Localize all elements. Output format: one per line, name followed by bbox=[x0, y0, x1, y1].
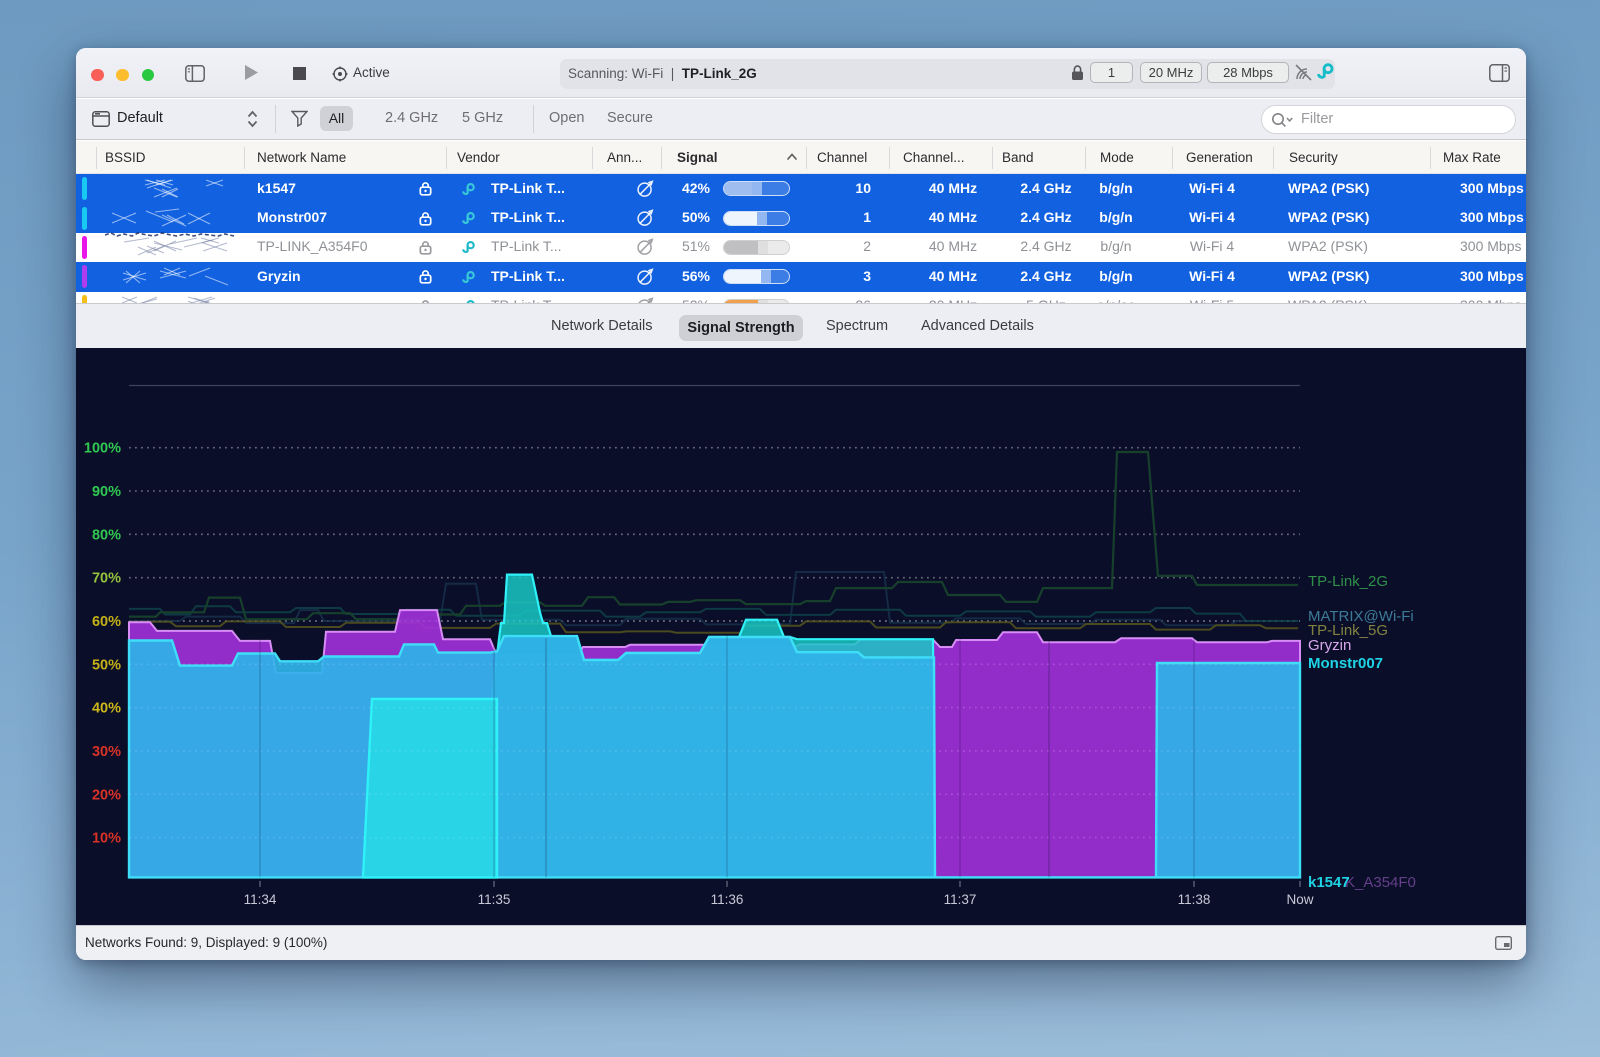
svg-text:70%: 70% bbox=[92, 571, 121, 587]
svg-text:11:38: 11:38 bbox=[1178, 892, 1211, 907]
svg-text:11:37: 11:37 bbox=[944, 892, 977, 907]
svg-text:30%: 30% bbox=[92, 744, 121, 760]
svg-text:11:36: 11:36 bbox=[711, 892, 744, 907]
svg-text:40%: 40% bbox=[92, 701, 121, 717]
svg-text:10%: 10% bbox=[92, 831, 121, 847]
svg-text:100%: 100% bbox=[84, 441, 121, 457]
svg-text:K_A354F0: K_A354F0 bbox=[1345, 874, 1416, 891]
svg-text:60%: 60% bbox=[92, 614, 121, 630]
svg-text:50%: 50% bbox=[92, 657, 121, 673]
svg-text:Now: Now bbox=[1286, 892, 1313, 907]
svg-text:80%: 80% bbox=[92, 527, 121, 543]
svg-text:90%: 90% bbox=[92, 484, 121, 500]
svg-text:TP-Link_2G: TP-Link_2G bbox=[1308, 573, 1388, 590]
svg-text:Monstr007: Monstr007 bbox=[1308, 655, 1383, 672]
svg-text:k1547: k1547 bbox=[1308, 874, 1350, 891]
svg-text:11:35: 11:35 bbox=[478, 892, 511, 907]
svg-text:Gryzin: Gryzin bbox=[1308, 637, 1351, 654]
svg-text:20%: 20% bbox=[92, 787, 121, 803]
svg-text:11:34: 11:34 bbox=[244, 892, 277, 907]
